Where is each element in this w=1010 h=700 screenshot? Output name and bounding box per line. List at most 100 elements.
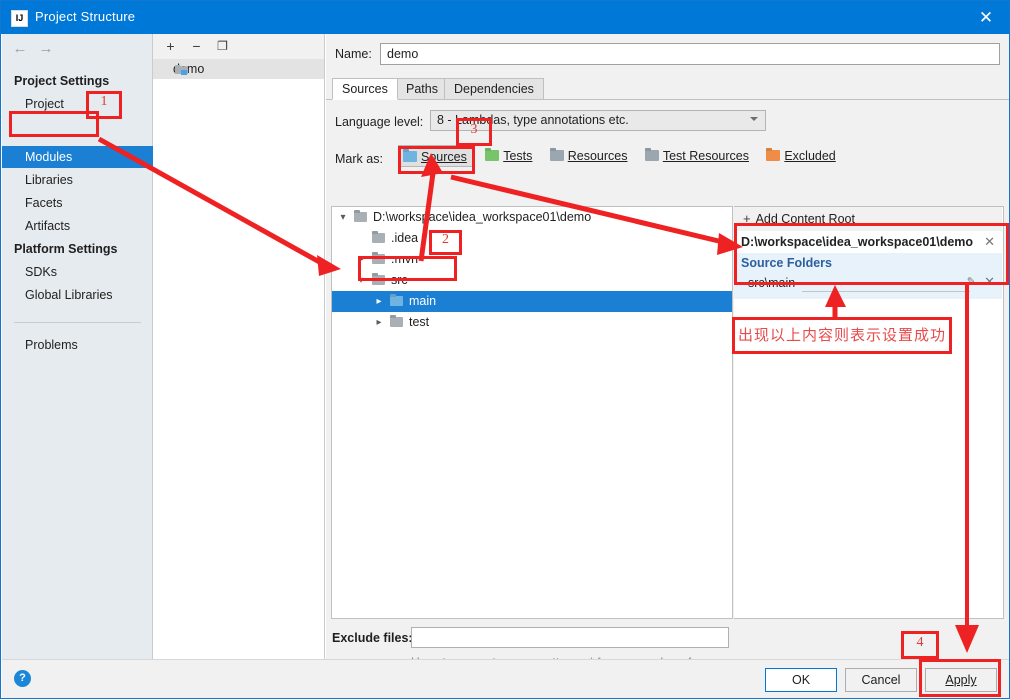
mark-as-label: Mark as: [335, 152, 383, 166]
tree-row-idea[interactable]: .idea [332, 228, 732, 249]
chevron-right-icon[interactable]: ▸ [354, 249, 368, 270]
mark-as-toolbar: Sources Tests Resources Test Resources E… [398, 145, 846, 169]
language-level-value: 8 - Lambdas, type annotations etc. [437, 113, 629, 127]
ok-button[interactable]: OK [765, 668, 837, 692]
test-resources-folder-icon [644, 150, 659, 161]
chevron-down-icon [750, 117, 758, 121]
exclude-files-label: Exclude files: [332, 631, 413, 645]
remove-source-folder-icon[interactable]: ✕ [984, 274, 995, 290]
mark-as-tests-label: Tests [503, 149, 533, 163]
sidebar-item-project[interactable]: Project [2, 93, 153, 115]
forward-arrow-icon[interactable]: → [36, 41, 56, 57]
add-module-button[interactable]: + [161, 37, 180, 56]
editor-tabs: Sources Paths Dependencies [326, 78, 1009, 100]
window-title: Project Structure [35, 9, 136, 24]
tree-row-main[interactable]: ▸ main [332, 291, 732, 312]
tree-row-label: D:\workspace\idea_workspace01\demo [373, 210, 592, 224]
source-folders-block: Source Folders src\main ✎ ✕ [734, 253, 1002, 299]
remove-content-root-icon[interactable]: ✕ [984, 234, 995, 250]
sidebar-group-platform-settings: Platform Settings [14, 242, 118, 256]
sidebar-group-project-settings: Project Settings [14, 74, 110, 88]
folder-icon [372, 254, 385, 264]
mark-as-resources-label: Resources [567, 149, 628, 163]
resources-folder-icon [549, 150, 564, 161]
sidebar-divider [14, 322, 141, 323]
content-root-path-row: D:\workspace\idea_workspace01\demo ✕ [734, 231, 1002, 253]
folder-icon [372, 275, 385, 285]
apply-button[interactable]: Apply [925, 668, 997, 692]
cancel-button[interactable]: Cancel [845, 668, 917, 692]
module-folder-icon [175, 65, 188, 75]
modules-toolbar: + − ❐ [153, 34, 324, 60]
settings-sidebar: ← → Project Settings Project Modules Lib… [2, 34, 153, 659]
sources-tab-content: Language level: 8 - Lambdas, type annota… [326, 100, 1009, 686]
chevron-right-icon[interactable]: ▸ [372, 291, 386, 312]
help-icon[interactable]: ? [14, 670, 31, 687]
mark-as-test-resources-label: Test Resources [662, 149, 749, 163]
tree-row-label: main [409, 294, 437, 308]
source-folder-item[interactable]: src\main [748, 276, 795, 290]
source-folder-underline [802, 291, 970, 292]
sources-folder-icon [390, 296, 403, 306]
intellij-idea-icon [11, 10, 28, 27]
sidebar-item-artifacts[interactable]: Artifacts [2, 215, 153, 237]
tab-dependencies[interactable]: Dependencies [444, 78, 544, 100]
content-root-tree[interactable]: ▾ D:\workspace\idea_workspace01\demo .id… [331, 206, 733, 619]
sidebar-navigation: ← → [2, 34, 153, 64]
mark-as-sources-label: Sources [421, 150, 467, 164]
tab-sources[interactable]: Sources [332, 78, 398, 100]
folder-icon [372, 233, 385, 243]
mark-as-tests-button[interactable]: Tests [481, 145, 538, 167]
excluded-folder-icon [766, 150, 781, 161]
mark-as-excluded-button[interactable]: Excluded [762, 145, 841, 167]
tree-row-label: .mvn [391, 252, 419, 266]
module-name-input[interactable]: demo [380, 43, 1000, 65]
chevron-down-icon[interactable]: ▾ [354, 270, 368, 291]
dialog-button-bar: ? OK Cancel Apply [2, 659, 1009, 698]
remove-module-button[interactable]: − [187, 37, 206, 56]
content-roots-panel: + Add Content Root D:\workspace\idea_work… [734, 206, 1004, 619]
language-level-select[interactable]: 8 - Lambdas, type annotations etc. [430, 110, 766, 131]
chevron-right-icon[interactable]: ▸ [372, 312, 386, 333]
exclude-files-input[interactable] [411, 627, 729, 648]
mark-as-sources-button[interactable]: Sources [398, 145, 474, 167]
tree-row-label: test [409, 315, 430, 329]
module-editor-panel: Name: demo Sources Paths Dependencies La… [326, 34, 1009, 686]
tree-row-test[interactable]: ▸ test [332, 312, 732, 333]
source-folders-title: Source Folders [741, 256, 832, 270]
sources-folder-icon [403, 151, 417, 162]
tab-paths[interactable]: Paths [396, 78, 448, 100]
edit-pencil-icon[interactable]: ✎ [967, 275, 976, 288]
apply-button-label: Apply [945, 673, 977, 687]
module-name-row: Name: demo [326, 34, 1009, 74]
tree-row-label: .idea [391, 231, 419, 245]
back-arrow-icon[interactable]: ← [10, 41, 30, 57]
mark-as-excluded-label: Excluded [784, 149, 836, 163]
project-structure-dialog: Project Structure ✕ ← → Project Settings… [0, 0, 1010, 699]
chevron-down-icon[interactable]: ▾ [336, 207, 350, 228]
copy-module-icon[interactable]: ❐ [213, 37, 232, 56]
add-content-root-button[interactable]: + Add Content Root [734, 207, 1002, 231]
sidebar-item-facets[interactable]: Facets [2, 192, 153, 214]
folder-icon [354, 212, 367, 222]
mark-as-resources-button[interactable]: Resources [546, 145, 634, 167]
sidebar-item-problems[interactable]: Problems [2, 334, 153, 356]
plus-icon: + [743, 211, 751, 226]
sidebar-item-global-libraries[interactable]: Global Libraries [2, 284, 153, 306]
add-content-root-label: Add Content Root [755, 212, 855, 226]
folder-icon [390, 317, 403, 327]
sidebar-item-modules[interactable]: Modules [2, 146, 153, 168]
sidebar-item-sdks[interactable]: SDKs [2, 261, 153, 283]
tree-row-content-root[interactable]: ▾ D:\workspace\idea_workspace01\demo [332, 207, 732, 228]
tree-row-mvn[interactable]: ▸ .mvn [332, 249, 732, 270]
tree-row-src[interactable]: ▾ src [332, 270, 732, 291]
language-level-label: Language level: [335, 115, 424, 129]
mark-as-test-resources-button[interactable]: Test Resources [641, 145, 755, 167]
sidebar-item-libraries[interactable]: Libraries [2, 169, 153, 191]
title-bar: Project Structure ✕ [1, 1, 1009, 34]
tree-row-label: src [391, 273, 408, 287]
close-icon[interactable]: ✕ [963, 1, 1009, 34]
modules-list-panel: + − ❐ demo [153, 34, 325, 659]
content-root-path: D:\workspace\idea_workspace01\demo [741, 235, 974, 249]
name-label: Name: [335, 47, 372, 61]
